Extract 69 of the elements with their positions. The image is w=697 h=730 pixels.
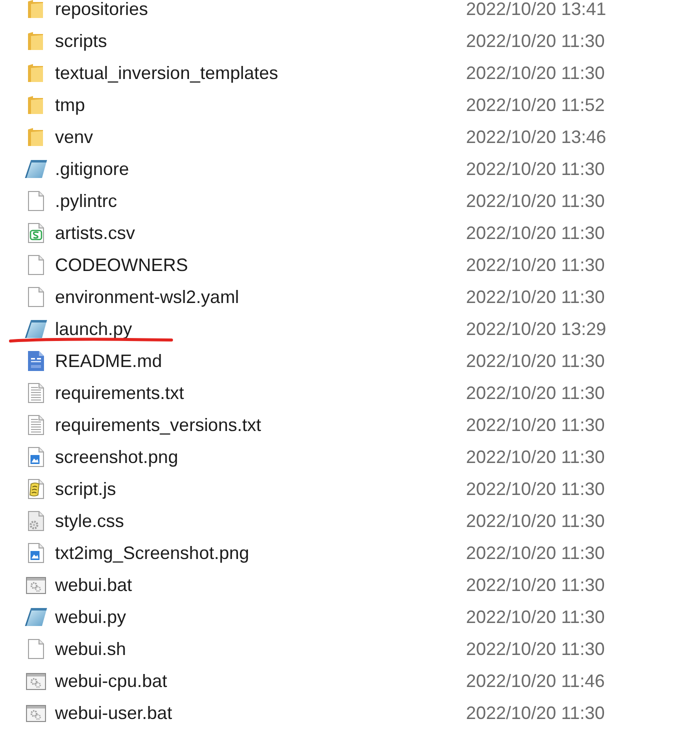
document-icon [28,255,44,275]
document-icon [28,191,44,211]
file-name[interactable]: txt2img_Screenshot.png [55,544,466,562]
file-name[interactable]: venv [55,128,466,146]
modified-date: 2022/10/20 11:30 [466,32,605,50]
folder-icon [28,128,43,146]
file-name[interactable]: environment-wsl2.yaml [55,288,466,306]
file-name[interactable]: style.css [55,512,466,530]
document-icon [28,639,44,659]
markdown-file-icon [28,351,44,371]
modified-date: 2022/10/20 11:30 [466,544,605,562]
modified-date: 2022/10/20 11:30 [466,384,605,402]
modified-date: 2022/10/20 13:29 [466,320,606,338]
spreadsheet-file-icon [28,223,44,243]
file-name[interactable]: requirements.txt [55,384,466,402]
file-name[interactable]: textual_inversion_templates [55,64,466,82]
document-icon [28,287,44,307]
file-name[interactable]: .gitignore [55,160,466,178]
modified-date: 2022/10/20 11:30 [466,416,605,434]
modified-date: 2022/10/20 11:30 [466,640,605,658]
gear-window-icon [26,704,46,722]
script-file-icon [28,479,44,499]
file-name[interactable]: webui.sh [55,640,466,658]
modified-date: 2022/10/20 11:46 [466,672,605,690]
folder-icon [28,64,43,82]
modified-date: 2022/10/20 11:30 [466,448,605,466]
modified-date: 2022/10/20 11:30 [466,256,605,274]
gear-window-icon [26,576,46,594]
modified-date: 2022/10/20 11:30 [466,288,605,306]
file-name[interactable]: webui.py [55,608,466,626]
modified-date: 2022/10/20 11:30 [466,576,605,594]
modified-date: 2022/10/20 11:30 [466,704,605,722]
file-name[interactable]: tmp [55,96,466,114]
file-name[interactable]: .pylintrc [55,192,466,210]
modified-date: 2022/10/20 11:30 [466,512,605,530]
modified-date: 2022/10/20 11:30 [466,480,605,498]
file-name[interactable]: screenshot.png [55,448,466,466]
modified-date: 2022/10/20 11:30 [466,352,605,370]
modified-date: 2022/10/20 11:30 [466,608,605,626]
folder-icon [28,96,43,114]
file-name[interactable]: webui-user.bat [55,704,466,722]
modified-date: 2022/10/20 11:52 [466,96,605,114]
file-name[interactable]: README.md [55,352,466,370]
modified-date: 2022/10/20 11:30 [466,160,605,178]
file-name[interactable]: scripts [55,32,466,50]
file-name[interactable]: webui.bat [55,576,466,594]
modified-date: 2022/10/20 11:30 [466,192,605,210]
notepad-icon [24,608,46,626]
modified-date: 2022/10/20 13:41 [466,0,606,18]
file-name[interactable]: webui-cpu.bat [55,672,466,690]
notepad-icon [24,320,46,338]
modified-date: 2022/10/20 11:30 [466,64,605,82]
file-name[interactable]: script.js [55,480,466,498]
folder-icon [28,32,43,50]
file-name[interactable]: artists.csv [55,224,466,242]
file-name[interactable]: CODEOWNERS [55,256,466,274]
folder-icon [28,0,43,18]
notepad-icon [24,160,46,178]
file-name[interactable]: repositories [55,0,466,18]
text-file-icon [28,383,44,403]
file-name[interactable]: launch.py [55,320,466,338]
modified-date: 2022/10/20 13:46 [466,128,606,146]
image-file-icon [28,447,44,467]
text-file-icon [28,415,44,435]
gear-document-icon [28,511,44,531]
file-name[interactable]: requirements_versions.txt [55,416,466,434]
image-file-icon [28,543,44,563]
modified-date: 2022/10/20 11:30 [466,224,605,242]
gear-window-icon [26,672,46,690]
